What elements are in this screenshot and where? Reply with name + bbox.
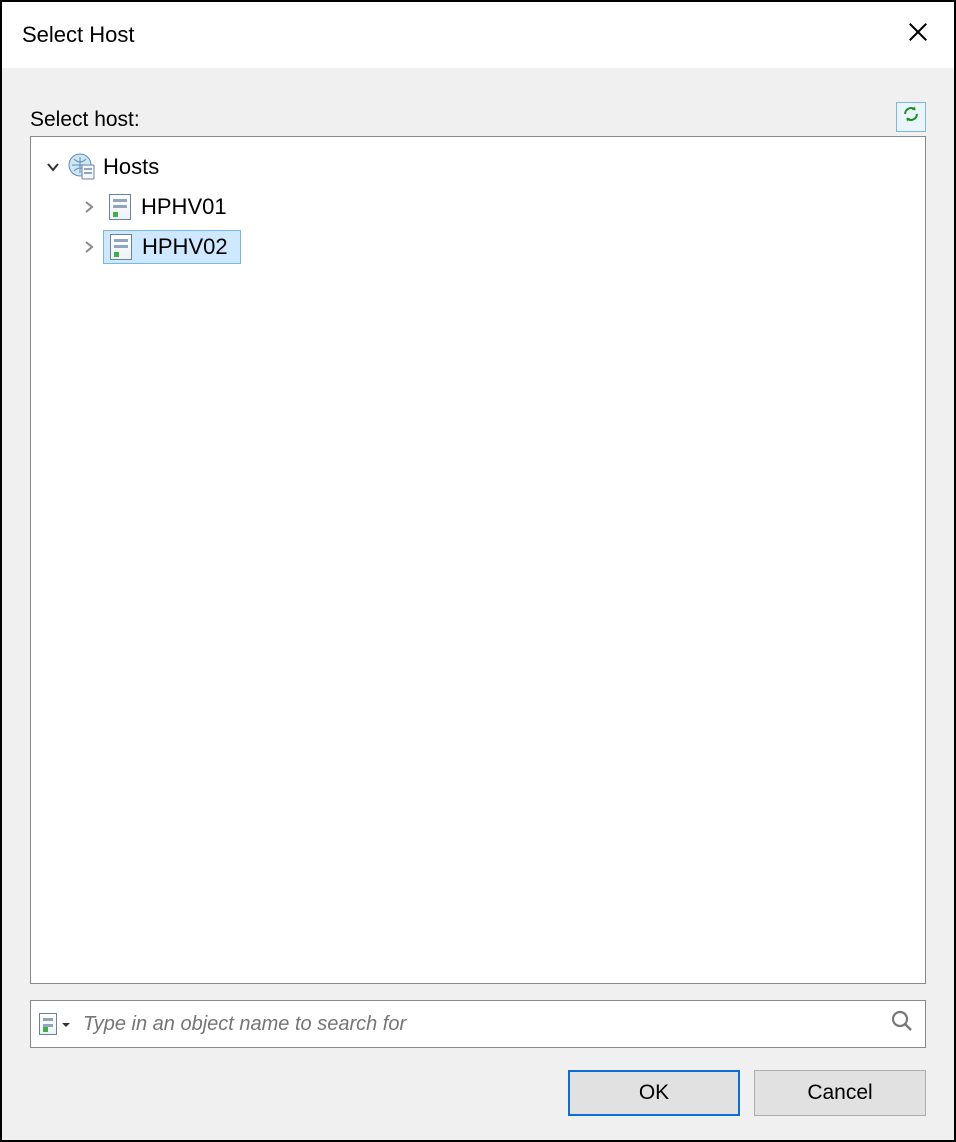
chevron-right-icon <box>82 234 96 260</box>
tree-node-label: Hosts <box>97 154 165 180</box>
search-input[interactable] <box>77 1013 885 1036</box>
tree-node-host[interactable]: HPHV01 <box>39 187 917 227</box>
server-icon <box>39 1013 57 1035</box>
search-button[interactable] <box>885 1007 919 1041</box>
tree-node-label: HPHV02 <box>136 234 234 260</box>
refresh-icon <box>901 104 921 130</box>
host-tree[interactable]: Hosts HPHV01 <box>30 136 926 984</box>
refresh-button[interactable] <box>896 102 926 132</box>
tree-node-label: HPHV01 <box>135 194 233 220</box>
dialog-title: Select Host <box>22 22 896 48</box>
dialog-body: Select host: <box>2 68 954 1140</box>
server-icon <box>106 234 136 260</box>
expand-toggle[interactable] <box>75 234 103 260</box>
select-host-label: Select host: <box>30 108 896 132</box>
dropdown-caret-icon <box>61 1013 71 1036</box>
chevron-down-icon <box>46 154 60 180</box>
tree-node-host[interactable]: HPHV02 <box>39 227 917 267</box>
close-button[interactable] <box>896 13 940 57</box>
search-bar <box>30 1000 926 1048</box>
server-icon <box>105 194 135 220</box>
label-row: Select host: <box>30 92 926 132</box>
chevron-right-icon <box>82 194 96 220</box>
tree-node-hosts[interactable]: Hosts <box>39 147 917 187</box>
cancel-button[interactable]: Cancel <box>754 1070 926 1116</box>
title-bar: Select Host <box>2 2 954 68</box>
ok-button[interactable]: OK <box>568 1070 740 1116</box>
dialog-buttons: OK Cancel <box>30 1070 926 1116</box>
search-icon <box>890 1009 914 1039</box>
hosts-group-icon <box>67 153 97 181</box>
select-host-dialog: Select Host Select host: <box>0 0 956 1142</box>
close-icon <box>907 21 929 49</box>
object-type-filter[interactable] <box>39 1013 77 1036</box>
expand-toggle[interactable] <box>75 194 103 220</box>
expand-toggle[interactable] <box>39 154 67 180</box>
